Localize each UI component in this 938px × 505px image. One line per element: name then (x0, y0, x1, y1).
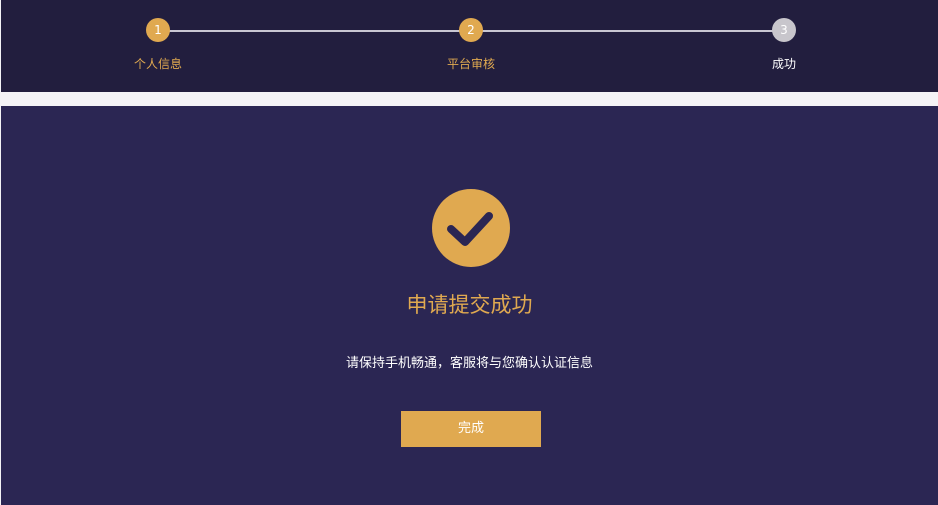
step-2-indicator: 2 (459, 18, 483, 42)
finish-button[interactable]: 完成 (401, 411, 541, 447)
step-track-2-3 (482, 30, 783, 32)
step-3-label: 成功 (771, 57, 796, 71)
success-title: 申请提交成功 (406, 293, 533, 317)
check-icon (447, 212, 493, 246)
step-1-label: 个人信息 (133, 57, 182, 71)
step-1-indicator: 1 (146, 18, 170, 42)
step-2-label: 平台审核 (446, 57, 495, 71)
success-message: 请保持手机畅通，客服将与您确认认证信息 (345, 356, 593, 371)
success-badge (432, 189, 510, 267)
step-track-1-2 (169, 30, 470, 32)
progress-stepper: 1 2 3 个人信息 平台审核 成功 (1, 0, 938, 92)
step-3-indicator: 3 (772, 18, 796, 42)
result-panel: 申请提交成功 请保持手机畅通，客服将与您确认认证信息 完成 (1, 106, 938, 505)
